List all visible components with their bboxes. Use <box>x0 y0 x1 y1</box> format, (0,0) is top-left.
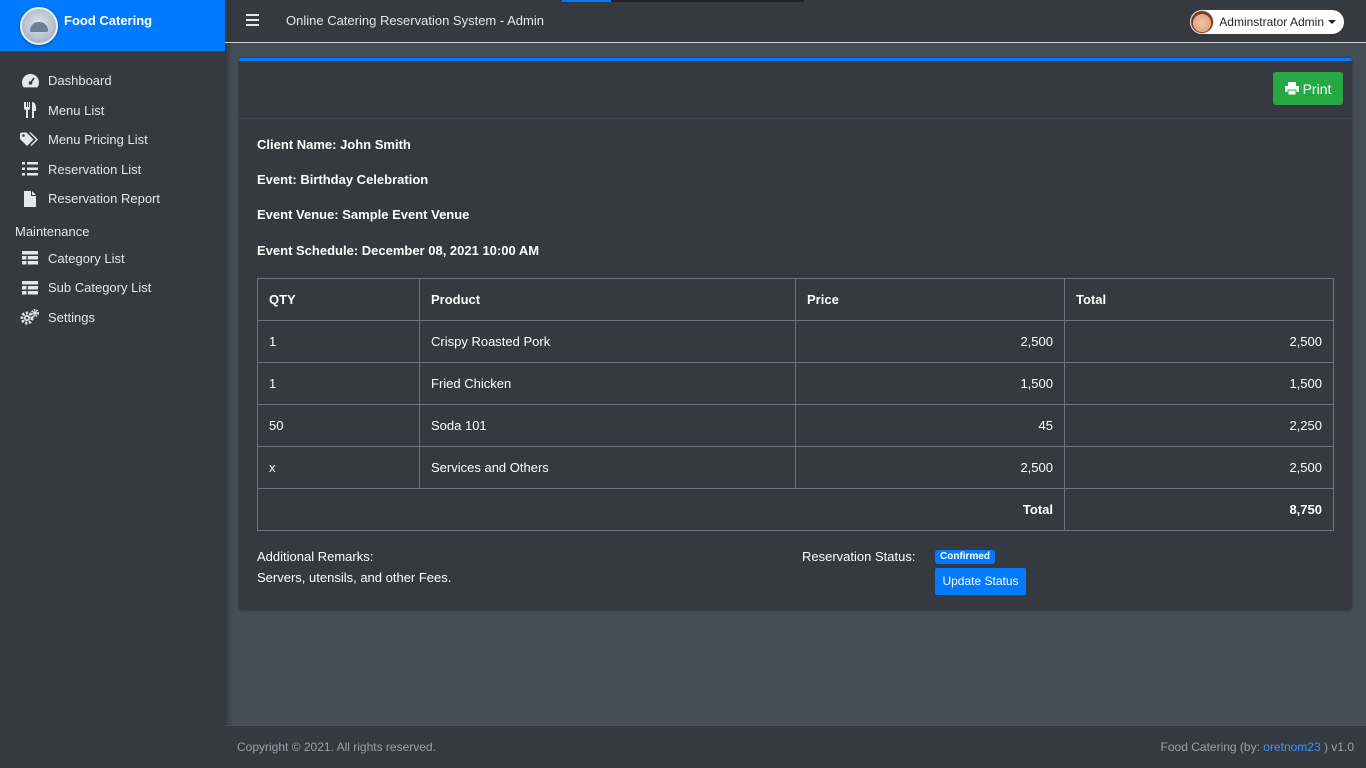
cell-qty: 1 <box>257 362 420 405</box>
reservation-details-card: Print Client Name: John Smith Event: Bir… <box>239 58 1352 610</box>
table-header-row: QTY Product Price Total <box>257 278 1334 321</box>
client-name: Client Name: John Smith <box>257 137 411 152</box>
sidebar-item-label: Menu Pricing List <box>48 132 148 148</box>
sidebar-item-reservation-report[interactable]: Reservation Report <box>0 184 225 214</box>
list-icon <box>20 161 40 177</box>
table-row: 1 Crispy Roasted Pork 2,500 2,500 <box>257 320 1334 363</box>
top-accent-line <box>562 0 611 2</box>
sidebar-item-settings[interactable]: Settings <box>0 303 225 333</box>
update-status-button[interactable]: Update Status <box>935 568 1026 595</box>
cell-price: 2,500 <box>795 446 1065 489</box>
cell-qty: 1 <box>257 320 420 363</box>
table-row: 50 Soda 101 45 2,250 <box>257 404 1334 447</box>
utensils-icon <box>20 102 40 119</box>
cell-total: 1,500 <box>1064 362 1334 405</box>
column-header-total: Total <box>1064 278 1334 321</box>
brand-name: Food Catering <box>64 13 153 28</box>
event-venue: Event Venue: Sample Event Venue <box>257 207 470 222</box>
credit-prefix: Food Catering (by: <box>1160 740 1264 754</box>
maintenance-header: Maintenance <box>15 223 90 239</box>
cell-total: 2,250 <box>1064 404 1334 447</box>
copyright-text: Copyright © 2021. All rights reserved. <box>237 740 436 754</box>
remarks-label: Additional Remarks: <box>257 549 374 564</box>
sidebar-item-label: Reservation Report <box>48 191 160 207</box>
user-menu-dropdown[interactable]: Adminstrator Admin <box>1190 10 1344 34</box>
cell-price: 45 <box>795 404 1065 447</box>
cell-price: 2,500 <box>795 320 1065 363</box>
dashboard-icon <box>20 73 40 89</box>
status-badge: Confirmed <box>935 550 995 564</box>
print-icon <box>1284 82 1299 95</box>
top-navbar: Online Catering Reservation System - Adm… <box>225 0 1366 43</box>
cell-product: Services and Others <box>419 446 796 489</box>
table-row: x Services and Others 2,500 2,500 <box>257 446 1334 489</box>
cell-total: 2,500 <box>1064 446 1334 489</box>
cell-qty: x <box>257 446 420 489</box>
footer: Copyright © 2021. All rights reserved. F… <box>225 725 1366 768</box>
cogs-icon <box>20 309 40 325</box>
print-button[interactable]: Print <box>1273 72 1343 105</box>
column-header-product: Product <box>419 278 796 321</box>
order-table: QTY Product Price Total 1 Crispy Roasted… <box>257 278 1334 531</box>
tags-icon <box>20 132 40 148</box>
user-name: Adminstrator Admin <box>1219 15 1324 29</box>
brand-logo <box>20 6 58 45</box>
credit-suffix: ) v1.0 <box>1320 740 1354 754</box>
table-row: 1 Fried Chicken 1,500 1,500 <box>257 362 1334 405</box>
sidebar-item-menu-list[interactable]: Menu List <box>0 96 225 126</box>
sidebar-item-label: Menu List <box>48 102 105 118</box>
sidebar-item-category-list[interactable]: Category List <box>0 244 225 274</box>
status-label: Reservation Status: <box>802 549 916 564</box>
cell-product: Crispy Roasted Pork <box>419 320 796 363</box>
cell-total: 2,500 <box>1064 320 1334 363</box>
table-icon <box>20 280 40 296</box>
event-schedule: Event Schedule: December 08, 2021 10:00 … <box>257 243 540 258</box>
credit-text: Food Catering (by: oretnom23 ) v1.0 <box>1161 740 1354 754</box>
sidebar-item-dashboard[interactable]: Dashboard <box>0 66 225 96</box>
sidebar-item-label: Sub Category List <box>48 280 152 296</box>
sidebar-item-reservation-list[interactable]: Reservation List <box>0 155 225 185</box>
sidebar-item-label: Category List <box>48 250 125 266</box>
sidebar-item-menu-pricing-list[interactable]: Menu Pricing List <box>0 125 225 155</box>
sidebar-nav: Dashboard Menu List Menu Pricing List Re… <box>0 51 225 332</box>
cell-product: Fried Chicken <box>419 362 796 405</box>
system-title: Online Catering Reservation System - Adm… <box>286 13 544 28</box>
remarks-value: Servers, utensils, and other Fees. <box>257 570 452 585</box>
card-header: Print <box>239 61 1352 119</box>
cell-price: 1,500 <box>795 362 1065 405</box>
hamburger-menu-icon[interactable] <box>246 14 259 26</box>
sidebar: Food Catering Dashboard Menu List Menu P… <box>0 0 225 768</box>
column-header-qty: QTY <box>257 278 420 321</box>
cell-product: Soda 101 <box>419 404 796 447</box>
caret-down-icon <box>1328 20 1336 24</box>
sidebar-item-label: Reservation List <box>48 161 142 177</box>
sidebar-item-sub-category-list[interactable]: Sub Category List <box>0 273 225 303</box>
total-label: Total <box>257 488 1065 531</box>
table-total-row: Total 8,750 <box>257 488 1334 531</box>
event-name: Event: Birthday Celebration <box>257 172 429 187</box>
brand-link[interactable]: Food Catering <box>0 0 225 51</box>
grand-total: 8,750 <box>1064 488 1334 531</box>
avatar <box>1190 10 1215 34</box>
sidebar-item-label: Dashboard <box>48 73 112 89</box>
author-link[interactable]: oretnom23 <box>1263 740 1320 754</box>
sidebar-item-label: Settings <box>48 309 95 325</box>
table-icon <box>20 250 40 266</box>
column-header-price: Price <box>795 278 1065 321</box>
cell-qty: 50 <box>257 404 420 447</box>
top-dark-line <box>611 0 804 2</box>
print-label: Print <box>1302 80 1332 97</box>
file-icon <box>20 190 40 207</box>
